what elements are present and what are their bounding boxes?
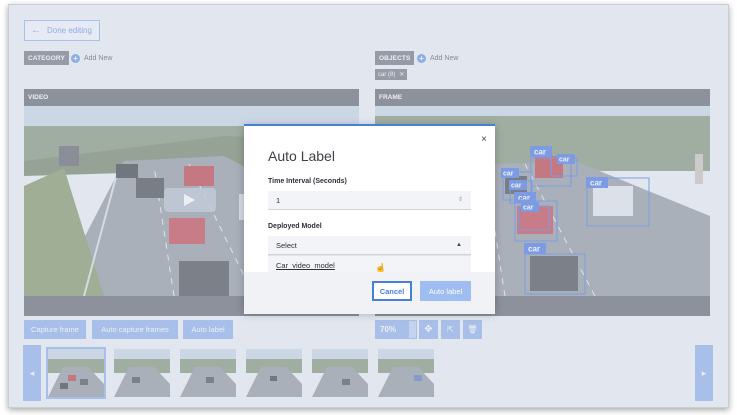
app-window: ← Done editing CATEGORY + Add New OBJECT… [8, 4, 729, 408]
deployed-model-select[interactable]: Select ▲ [268, 236, 471, 255]
dialog-title: Auto Label [268, 148, 335, 164]
time-interval-value: 1 [276, 195, 281, 205]
select-value: Select [276, 240, 297, 250]
caret-up-icon: ▲ [456, 242, 462, 248]
option-label: Car_video_model [276, 260, 335, 270]
spinner-icon[interactable]: ⇕ [458, 196, 463, 203]
dialog-footer: Cancel Auto label [244, 272, 495, 314]
time-interval-label: Time Interval (Seconds) [268, 178, 347, 185]
close-icon[interactable]: × [481, 134, 487, 145]
deployed-model-label: Deployed Model [268, 223, 322, 230]
dialog-auto-label-button[interactable]: Auto label [420, 281, 471, 301]
cancel-button[interactable]: Cancel [372, 281, 412, 301]
time-interval-input[interactable]: 1 ⇕ [268, 191, 471, 210]
auto-label-dialog: × Auto Label Time Interval (Seconds) 1 ⇕… [244, 124, 495, 314]
